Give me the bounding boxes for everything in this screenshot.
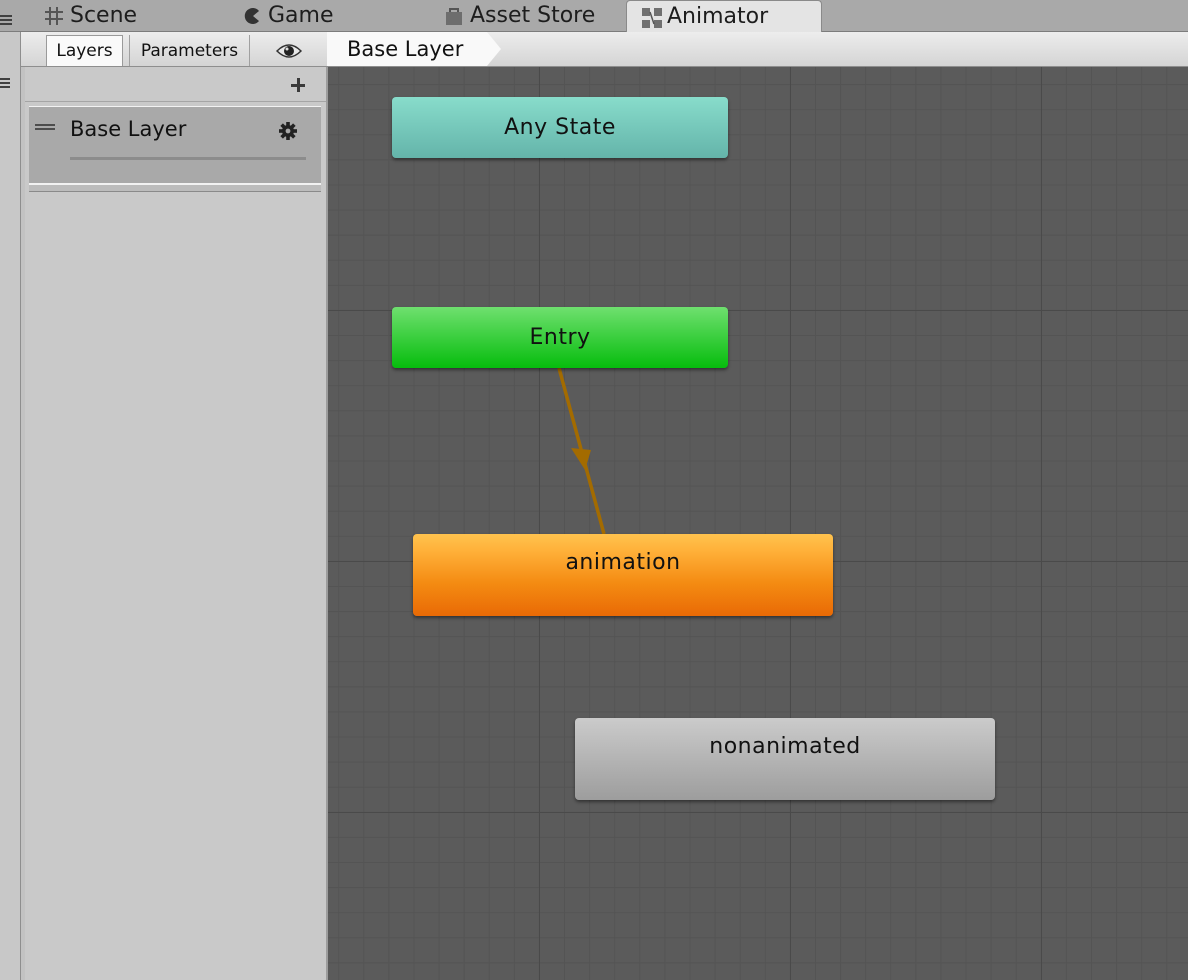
drag-handle-icon[interactable] (35, 122, 55, 132)
state-animation-label: animation (565, 550, 681, 575)
tab-scene[interactable]: Scene (44, 0, 137, 31)
layer-name: Base Layer (70, 117, 187, 141)
transitions-layer (557, 367, 606, 535)
plus-icon[interactable] (288, 75, 308, 95)
state-any-state-label: Any State (504, 115, 616, 140)
state-animation[interactable]: animation (413, 534, 833, 616)
layer-item-footer (29, 183, 321, 192)
tab-layers[interactable]: Layers (46, 35, 123, 66)
tab-game[interactable]: Game (244, 0, 334, 31)
eye-icon[interactable] (271, 35, 307, 66)
state-entry-label: Entry (529, 325, 591, 350)
tab-parameters[interactable]: Parameters (129, 35, 250, 66)
tab-animator[interactable]: Animator (626, 0, 822, 32)
tab-scene-label: Scene (70, 3, 138, 28)
animator-graph[interactable]: Any State Entry animation nonanimated (328, 67, 1188, 980)
left-panel-edge (0, 32, 21, 980)
gear-icon[interactable] (277, 120, 299, 142)
transition-entry-to-animation[interactable] (557, 367, 606, 535)
layers-panel: Base Layer (25, 67, 328, 980)
tab-asset-store[interactable]: Asset Store (444, 0, 595, 31)
state-any-state[interactable]: Any State (392, 97, 728, 158)
animator-icon (641, 7, 662, 28)
tab-asset-store-label: Asset Store (470, 3, 596, 28)
layer-weight-bar[interactable] (70, 157, 306, 160)
breadcrumb[interactable]: Base Layer (327, 32, 501, 66)
shopping-bag-icon (444, 6, 464, 26)
scene-grid-icon (44, 6, 64, 26)
panel-menu-icon[interactable] (0, 13, 12, 27)
breadcrumb-base-layer: Base Layer (347, 37, 464, 61)
state-nonanimated[interactable]: nonanimated (575, 718, 995, 800)
state-entry[interactable]: Entry (392, 307, 728, 368)
tab-game-label: Game (268, 3, 334, 28)
state-nonanimated-label: nonanimated (709, 734, 861, 759)
layer-item-base-layer[interactable]: Base Layer (29, 106, 321, 186)
pacman-icon (244, 6, 262, 26)
animator-toolbar: Layers Parameters Base Layer (21, 32, 1188, 67)
side-menu-icon[interactable] (0, 76, 10, 90)
window-tab-bar: Scene Game Asset Store Animator (0, 0, 1188, 32)
tab-animator-label: Animator (667, 4, 769, 29)
layers-panel-header (25, 67, 326, 102)
transition-arrow-icon (571, 448, 591, 470)
